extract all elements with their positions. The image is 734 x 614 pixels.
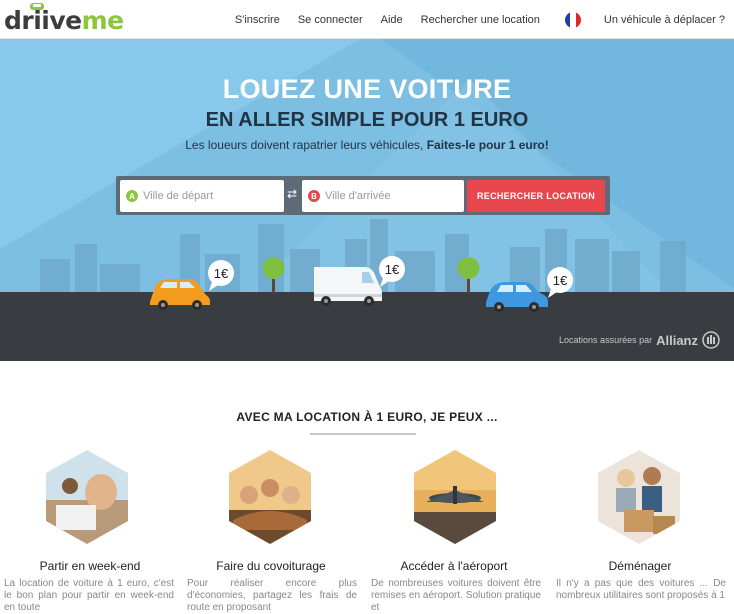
benefit-text: La location de voiture à 1 euro, c'est l… (4, 578, 174, 613)
tree-icon (262, 257, 285, 293)
vehicles-illustration: 1€ 1€ 1€ (150, 256, 573, 312)
benefit-title: Déménager (608, 559, 672, 573)
car-logo-icon (30, 3, 44, 10)
nav-search-rental[interactable]: Rechercher une location (412, 14, 549, 26)
white-van-icon (314, 267, 382, 306)
benefit-title: Faire du covoiturage (216, 559, 326, 573)
benefit-title: Partir en week-end (39, 559, 141, 573)
airport-photo (414, 450, 496, 544)
hero-banner: LOUEZ UNE VOITURE EN ALLER SIMPLE POUR 1… (0, 39, 734, 361)
price-tag-1: 1€ (214, 266, 229, 281)
nav-help[interactable]: Aide (372, 14, 412, 26)
price-tag-3: 1€ (553, 273, 568, 288)
nav-signup[interactable]: S'inscrire (226, 14, 289, 26)
main-nav: S'inscrire Se connecter Aide Rechercher … (226, 0, 734, 39)
orange-car-icon (150, 279, 210, 310)
price-tag-2: 1€ (385, 262, 400, 277)
logo[interactable]: driiveme (4, 3, 124, 36)
benefits-heading: AVEC MA LOCATION À 1 EURO, JE PEUX ... (236, 410, 498, 424)
logo-text: driiveme (4, 6, 124, 35)
insurance-credit: Locations assurées par Allianz (559, 331, 720, 349)
site-header: driiveme S'inscrire Se connecter Aide Re… (0, 0, 734, 39)
benefit-text: Il n'y a pas que des voitures ... De nom… (556, 578, 726, 601)
nav-relocate-vehicle[interactable]: Un véhicule à déplacer ? (595, 14, 734, 26)
carpool-photo (229, 450, 311, 544)
benefit-text: Pour réaliser encore plus d'économies, p… (187, 578, 357, 613)
tree-icon (457, 257, 480, 293)
nav-login[interactable]: Se connecter (289, 14, 372, 26)
weekend-photo (46, 450, 128, 544)
moving-photo (598, 450, 680, 544)
heading-divider (310, 433, 416, 435)
allianz-emblem-icon (702, 331, 720, 349)
insurance-prefix: Locations assurées par (559, 335, 653, 345)
benefit-title: Accéder à l'aéroport (400, 559, 508, 573)
blue-car-icon (486, 282, 548, 312)
allianz-logo: Allianz (656, 332, 698, 348)
benefit-text: De nombreuses voitures doivent être remi… (371, 578, 541, 613)
french-flag-icon[interactable] (564, 11, 581, 28)
